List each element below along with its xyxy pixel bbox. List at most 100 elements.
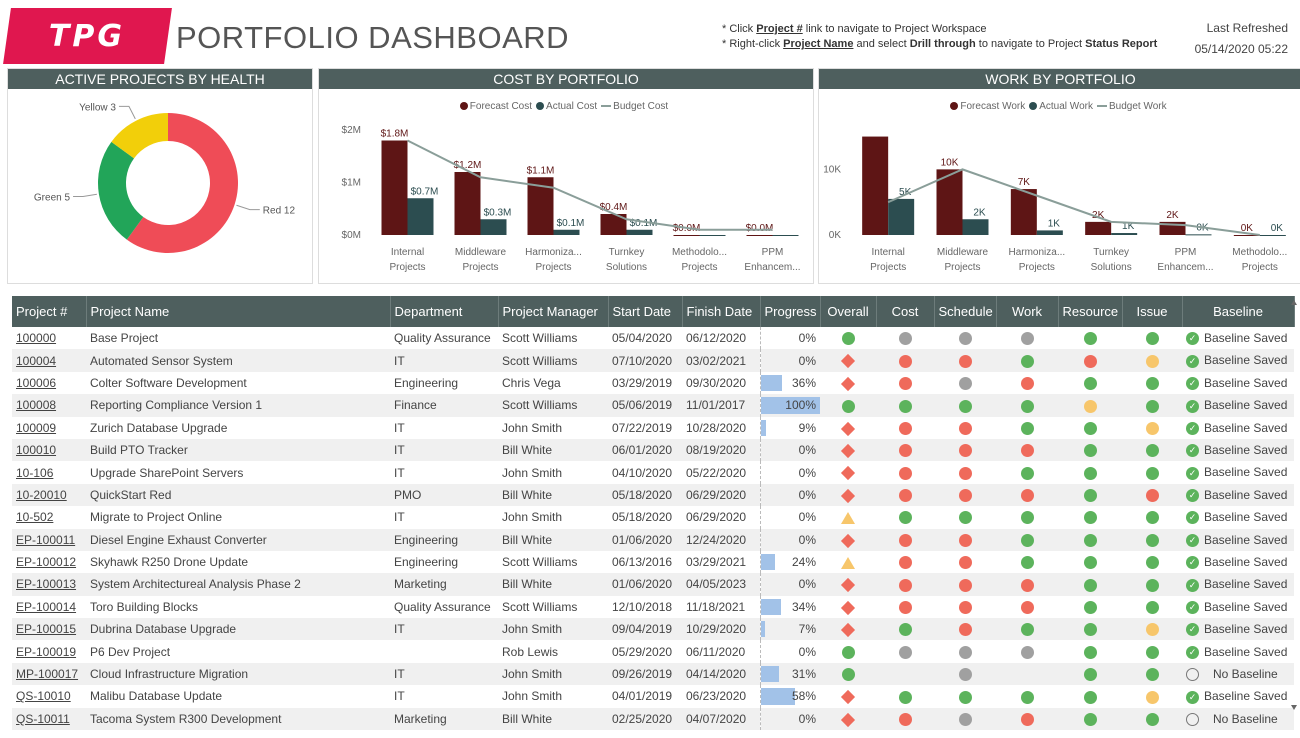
yellow-triangle-icon [841, 512, 855, 525]
col-header-finish-date[interactable]: Finish Date [682, 296, 761, 327]
col-header-schedule[interactable]: Schedule [934, 296, 997, 327]
project-number-link[interactable]: 100009 [12, 417, 86, 439]
table-row[interactable]: MP-100017 Cloud Infrastructure Migration I… [12, 662, 1294, 686]
col-header-resource[interactable]: Resource [1058, 296, 1123, 327]
col-header-baseline[interactable]: Baseline [1182, 296, 1295, 327]
project-number-link[interactable]: EP-100011 [12, 528, 86, 551]
scroll-up-icon[interactable] [1291, 300, 1297, 305]
col-header-project-manager[interactable]: Project Manager [498, 296, 609, 327]
project-number-link[interactable]: 10-502 [12, 506, 86, 528]
table-row[interactable]: 10-106 Upgrade SharePoint Servers IT John S… [12, 461, 1294, 484]
progress-value: 24% [791, 555, 816, 570]
table-row[interactable]: 100004 Automated Sensor System IT Scott Wil… [12, 349, 1294, 372]
table-row[interactable]: 100010 Build PTO Tracker IT Bill White 06/01… [12, 438, 1294, 462]
project-name[interactable]: System Architectureal Analysis Phase 2 [86, 573, 390, 596]
project-number-link[interactable]: EP-100019 [12, 640, 86, 662]
red-circle-icon [1145, 489, 1159, 503]
cost-bar-chart[interactable]: $0M$1M$2M $1.8M$0.7MInternalProjects$1.2M… [319, 90, 813, 282]
green-circle-icon [1083, 668, 1097, 682]
col-header-project-name[interactable]: Project Name [86, 296, 391, 327]
actual-bar [888, 198, 915, 235]
col-header-project[interactable]: Project # [12, 296, 87, 327]
table-row[interactable]: EP-100015 Dubrina Database Upgrade IT John … [12, 618, 1294, 641]
project-name[interactable]: Migrate to Project Online [86, 506, 390, 528]
project-name[interactable]: QuickStart Red [86, 483, 390, 507]
col-header-overall[interactable]: Overall [820, 296, 877, 327]
progress-value: 100% [785, 398, 816, 413]
table-row[interactable]: 10-502 Migrate to Project Online IT John Sm… [12, 506, 1294, 529]
green-circle-icon [841, 645, 855, 659]
col-header-progress[interactable]: Progress [760, 296, 821, 327]
health-panel[interactable]: ACTIVE PROJECTS BY HEALTH Red 12 Green 5 Y… [7, 68, 313, 284]
project-number-link[interactable]: EP-100013 [12, 573, 86, 596]
project-name[interactable]: Colter Software Development [86, 372, 390, 394]
project-number-link[interactable]: 100010 [12, 438, 86, 462]
project-name[interactable]: Toro Building Blocks [86, 596, 390, 618]
project-number-link[interactable]: QS-10010 [12, 685, 86, 707]
table-row[interactable]: EP-100013 System Architectureal Analysis … [12, 573, 1294, 596]
project-name[interactable]: P6 Dev Project [86, 640, 390, 662]
department: IT [394, 420, 405, 435]
gray-circle-icon [898, 645, 912, 659]
work-panel[interactable]: WORK BY PORTFOLIO Forecast Work Actual Wo… [818, 68, 1300, 284]
table-row[interactable]: EP-100014 Toro Building Blocks Quality Ass… [12, 595, 1294, 619]
cost-panel[interactable]: COST BY PORTFOLIO Forecast Cost Actual Co… [318, 68, 814, 284]
project-name[interactable]: Reporting Compliance Version 1 [86, 394, 390, 417]
baseline-label: Baseline Saved [1204, 487, 1288, 502]
project-number-link[interactable]: MP-100017 [12, 662, 86, 686]
project-name[interactable]: Base Project [86, 327, 390, 349]
project-name[interactable]: Tacoma System R300 Development [86, 707, 390, 731]
project-name[interactable]: Dubrina Database Upgrade [86, 618, 390, 641]
table-row[interactable]: EP-100019 P6 Dev Project Rob Lewis 05/29/20… [12, 640, 1294, 663]
project-name[interactable]: Upgrade SharePoint Servers [86, 461, 390, 483]
work-indicator [996, 461, 1058, 483]
project-name[interactable]: Build PTO Tracker [86, 438, 390, 462]
project-name[interactable]: Zurich Database Upgrade [86, 417, 390, 439]
progress-bar [761, 374, 782, 392]
scroll-down-icon[interactable] [1291, 705, 1297, 710]
project-number-link[interactable]: 100008 [12, 394, 86, 417]
project-number-link[interactable]: 100004 [12, 349, 86, 372]
table-row[interactable]: 10-20010 QuickStart Red PMO Bill White 05/18… [12, 483, 1294, 507]
overall-indicator [820, 506, 876, 528]
table-row[interactable]: EP-100012 Skyhawk R250 Drone Update Engine… [12, 550, 1294, 574]
table-row[interactable]: QS-10011 Tacoma System R300 Development Ma… [12, 707, 1294, 731]
green-circle-icon [1145, 332, 1159, 346]
project-number-link[interactable]: 100006 [12, 372, 86, 394]
table-scrollbar[interactable] [1290, 300, 1298, 710]
actual-data-label: $0.7M [411, 186, 439, 197]
table-row[interactable]: 100008 Reporting Compliance Version 1 Fina… [12, 394, 1294, 417]
project-name[interactable]: Skyhawk R250 Drone Update [86, 551, 390, 573]
table-row[interactable]: 100006 Colter Software Development Enginee… [12, 371, 1294, 395]
health-donut-chart[interactable]: Red 12 Green 5 Yellow 3 [8, 90, 312, 282]
donut-slice-green [97, 141, 144, 240]
green-circle-icon [898, 690, 912, 704]
col-header-department[interactable]: Department [390, 296, 499, 327]
project-number-link[interactable]: 10-106 [12, 461, 86, 483]
col-header-start-date[interactable]: Start Date [608, 296, 683, 327]
project-number-link[interactable]: QS-10011 [12, 707, 86, 731]
table-row[interactable]: 100009 Zurich Database Upgrade IT John Smit… [12, 416, 1294, 439]
project-number-link[interactable]: EP-100012 [12, 551, 86, 573]
red-diamond-icon [840, 690, 856, 705]
actual-bar [407, 198, 434, 235]
table-row[interactable]: QS-10010 Malibu Database Update IT John Smi… [12, 685, 1294, 708]
project-name[interactable]: Automated Sensor System [86, 349, 390, 372]
table-row[interactable]: EP-100011 Diesel Engine Exhaust Converter… [12, 528, 1294, 551]
note2-bold1: Drill through [909, 38, 976, 50]
overall-indicator [820, 372, 876, 394]
project-number-link[interactable]: EP-100014 [12, 596, 86, 618]
work-indicator [996, 506, 1058, 528]
col-header-issue[interactable]: Issue [1122, 296, 1183, 327]
project-number-link[interactable]: 10-20010 [12, 483, 86, 507]
col-header-cost[interactable]: Cost [876, 296, 935, 327]
project-number-link[interactable]: 100000 [12, 327, 86, 349]
project-name[interactable]: Malibu Database Update [86, 685, 390, 707]
table-row[interactable]: 100000 Base Project Quality Assurance Scott… [12, 327, 1294, 350]
project-name[interactable]: Diesel Engine Exhaust Converter [86, 528, 390, 551]
x-tick-label: Enhancem... [1157, 262, 1213, 273]
project-name[interactable]: Cloud Infrastructure Migration [86, 662, 390, 686]
work-bar-chart[interactable]: 0K10K5KInternalProjects10K2KMiddlewarePr… [819, 90, 1300, 282]
project-number-link[interactable]: EP-100015 [12, 618, 86, 641]
col-header-work[interactable]: Work [996, 296, 1059, 327]
